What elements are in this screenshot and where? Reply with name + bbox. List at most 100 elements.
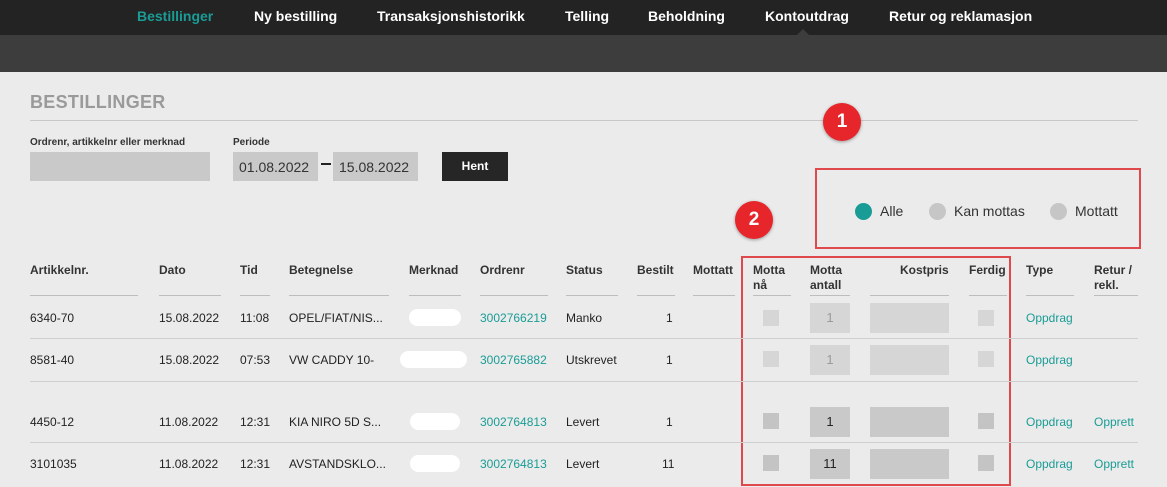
nav-item-beholdning[interactable]: Beholdning	[648, 8, 725, 24]
header-underline	[969, 295, 1007, 296]
ferdig-checkbox[interactable]	[978, 413, 994, 429]
cell-bestilt: 11	[662, 457, 675, 471]
kostpris-input	[870, 303, 949, 333]
redacted-merknad	[400, 351, 467, 368]
redacted-merknad	[409, 309, 461, 326]
header-status: Status	[566, 263, 603, 277]
cell-ordrenr-link[interactable]: 3002764813	[480, 457, 547, 471]
header-underline	[637, 295, 675, 296]
header-dato: Dato	[159, 263, 186, 277]
nav-item-bestillinger[interactable]: Bestillinger	[137, 8, 213, 24]
annotation-badge-1: 1	[823, 103, 861, 141]
cell-ordrenr-link[interactable]: 3002764813	[480, 415, 547, 429]
search-input[interactable]	[30, 152, 210, 181]
redacted-merknad	[410, 413, 460, 430]
periode-label: Periode	[233, 137, 270, 148]
header-mottatt: Mottatt	[693, 263, 733, 277]
cell-betegnelse: AVSTANDSKLO...	[289, 457, 386, 471]
header-motta-na-line1: Motta	[753, 263, 785, 277]
header-retur-line1: Retur /	[1094, 263, 1133, 277]
header-underline	[753, 295, 791, 296]
page-title: BESTILLINGER	[30, 92, 166, 112]
search-label: Ordrenr, artikkelnr eller merknad	[30, 137, 186, 148]
cell-ordrenr-link[interactable]: 3002766219	[480, 311, 547, 325]
nav-item-transaksjonshistorikk[interactable]: Transaksjonshistorikk	[377, 8, 525, 24]
date-range-dash	[321, 163, 331, 165]
header-underline	[810, 295, 850, 296]
motta-antall-input[interactable]: 1	[810, 407, 850, 437]
header-motta-na-line2: nå	[753, 278, 768, 292]
cell-type-link[interactable]: Oppdrag	[1026, 311, 1073, 325]
kostpris-input[interactable]	[870, 407, 949, 437]
cell-betegnelse: OPEL/FIAT/NIS...	[289, 311, 383, 325]
to-date-input[interactable]	[333, 152, 418, 181]
header-underline	[566, 295, 618, 296]
header-underline	[1094, 295, 1138, 296]
cell-artikkelnr: 6340-70	[30, 311, 75, 325]
cell-status: Levert	[566, 457, 600, 471]
ferdig-checkbox[interactable]	[978, 455, 994, 471]
cell-artikkelnr: 4450-12	[30, 415, 75, 429]
cell-dato: 15.08.2022	[159, 353, 220, 367]
header-underline	[870, 295, 949, 296]
header-ordrenr: Ordrenr	[480, 263, 525, 277]
motta-na-checkbox[interactable]	[763, 413, 779, 429]
cell-bestilt: 1	[666, 311, 673, 325]
cell-status: Utskrevet	[566, 353, 617, 367]
nav-item-ny-bestilling[interactable]: Ny bestilling	[254, 8, 337, 24]
cell-dato: 11.08.2022	[159, 457, 219, 471]
header-kostpris: Kostpris	[900, 263, 949, 277]
header-underline	[30, 295, 138, 296]
cell-tid: 12:31	[240, 457, 271, 471]
header-merknad: Merknad	[409, 263, 459, 277]
cell-status: Levert	[566, 415, 600, 429]
motta-na-checkbox	[763, 351, 779, 367]
nav-item-telling[interactable]: Telling	[565, 8, 609, 24]
header-type: Type	[1026, 263, 1054, 277]
header-underline	[693, 295, 735, 296]
cell-betegnelse: KIA NIRO 5D S...	[289, 415, 382, 429]
header-motta-antall: Motta antall	[810, 263, 842, 293]
highlight-box-filter	[815, 168, 1141, 249]
cell-tid: 12:31	[240, 415, 271, 429]
row-divider	[30, 338, 1138, 339]
cell-betegnelse: VW CADDY 10-	[289, 353, 375, 367]
from-date-input[interactable]	[233, 152, 318, 181]
cell-artikkelnr: 3101035	[30, 457, 77, 471]
motta-na-checkbox[interactable]	[763, 455, 779, 471]
motta-na-checkbox	[763, 310, 779, 326]
title-divider	[30, 120, 1138, 121]
cell-type-link[interactable]: Oppdrag	[1026, 415, 1073, 429]
header-underline	[289, 295, 389, 296]
retur-opprett-link[interactable]: Opprett	[1094, 415, 1134, 429]
header-betegnelse: Betegnelse	[289, 263, 354, 277]
row-divider	[30, 381, 1138, 382]
motta-antall-input: 1	[810, 345, 850, 375]
hent-button[interactable]: Hent	[442, 152, 508, 181]
cell-tid: 07:53	[240, 353, 271, 367]
header-retur-rekl: Retur / rekl.	[1094, 263, 1132, 293]
top-navigation: Bestillinger Ny bestilling Transaksjonsh…	[0, 0, 1167, 35]
header-ferdig: Ferdig	[969, 263, 1006, 277]
header-tid: Tid	[240, 263, 258, 277]
retur-opprett-link[interactable]: Opprett	[1094, 457, 1134, 471]
header-motta-na: Motta nå	[753, 263, 785, 293]
nav-item-kontoutdrag[interactable]: Kontoutdrag	[765, 8, 849, 24]
header-motta-antall-line2: antall	[810, 278, 842, 292]
header-underline	[480, 295, 548, 296]
header-bestilt: Bestilt	[637, 263, 674, 277]
header-motta-antall-line1: Motta	[810, 263, 842, 277]
header-underline	[1026, 295, 1074, 296]
cell-status: Manko	[566, 311, 603, 325]
header-underline	[159, 295, 221, 296]
cell-dato: 15.08.2022	[159, 311, 220, 325]
kostpris-input[interactable]	[870, 449, 949, 479]
cell-type-link[interactable]: Oppdrag	[1026, 457, 1073, 471]
cell-bestilt: 1	[666, 353, 673, 367]
cell-type-link[interactable]: Oppdrag	[1026, 353, 1073, 367]
header-artikkelnr: Artikkelnr.	[30, 263, 89, 277]
nav-item-retur-og-reklamasjon[interactable]: Retur og reklamasjon	[889, 8, 1032, 24]
sub-navigation-bar	[0, 35, 1167, 72]
motta-antall-input[interactable]: 11	[810, 449, 850, 479]
cell-ordrenr-link[interactable]: 3002765882	[480, 353, 547, 367]
